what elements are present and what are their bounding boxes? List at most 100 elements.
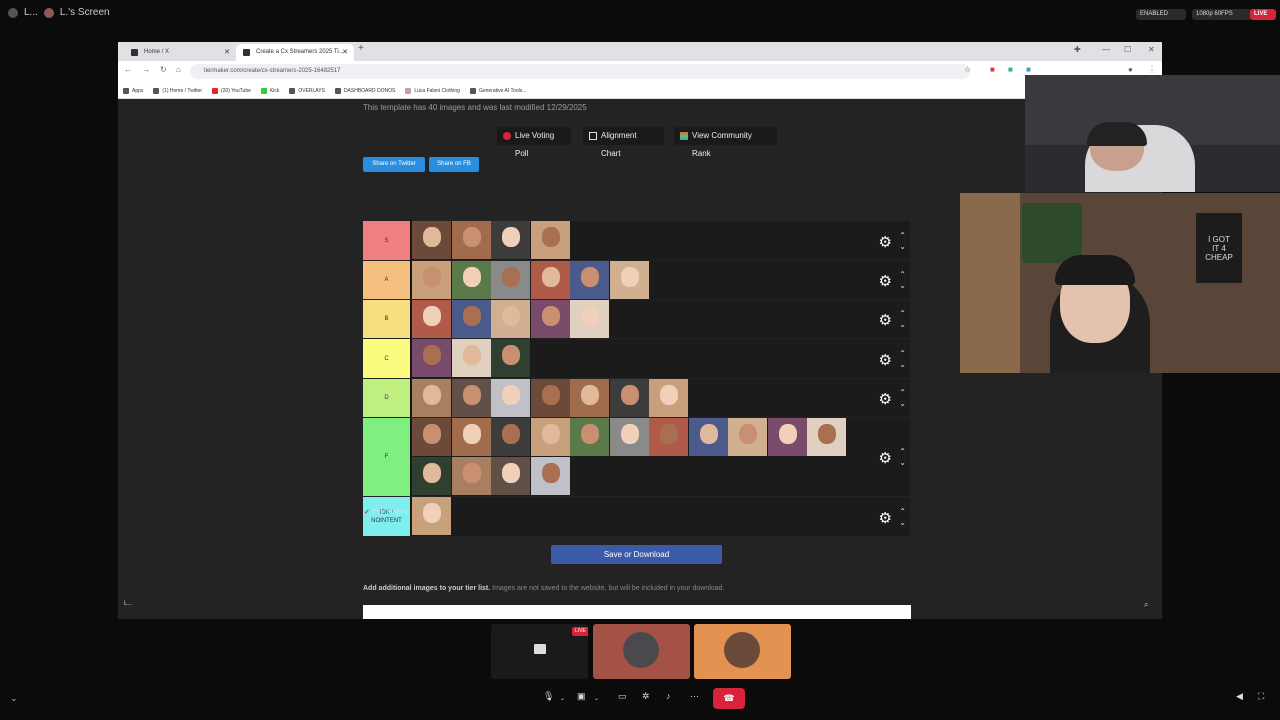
fullscreen-icon[interactable]: ⛶ [1258, 691, 1264, 702]
tier-image[interactable] [491, 300, 530, 338]
maximize-icon[interactable]: ☐ [1124, 45, 1131, 54]
screen-share-icon[interactable]: ▭ [618, 691, 627, 702]
tier-image[interactable] [530, 457, 570, 495]
bookmark-donos[interactable]: DASHBOARD DONOS [334, 87, 395, 94]
tier-image[interactable] [767, 418, 807, 456]
move-tier-down-icon[interactable]: ⌄ [899, 359, 906, 370]
back-icon[interactable]: ← [124, 65, 132, 74]
tier-image[interactable] [609, 261, 649, 299]
activities-icon[interactable]: ✲ [642, 691, 650, 702]
home-icon[interactable]: ⌂ [176, 65, 181, 74]
bookmark-kick[interactable]: Kick [260, 87, 279, 94]
file-chooser[interactable] [363, 605, 911, 619]
tile-participant-1[interactable] [593, 624, 690, 679]
tier-image[interactable] [412, 300, 451, 338]
minimize-icon[interactable]: — [1102, 45, 1110, 54]
tier-label[interactable]: A [363, 261, 411, 299]
extension-icon[interactable]: ■ [1008, 65, 1013, 74]
move-tier-down-icon[interactable]: ⌄ [899, 319, 906, 330]
save-download-button[interactable]: Save or Download [551, 545, 722, 564]
tier-settings-icon[interactable]: ⚙ [879, 351, 892, 369]
tier-label[interactable]: F [363, 418, 411, 496]
tile-screen-share[interactable]: LIVE [491, 624, 588, 679]
microphone-icon[interactable]: 🎙︎ [543, 691, 554, 702]
zoom-icon[interactable]: ⌕ [1144, 600, 1148, 610]
tier-settings-icon[interactable]: ⚙ [879, 390, 892, 408]
forward-icon[interactable]: → [142, 65, 150, 74]
move-tier-up-icon[interactable]: ⌃ [899, 269, 906, 280]
camera-options-chevron-icon[interactable]: ⌄ [594, 695, 599, 702]
tier-image[interactable] [570, 300, 609, 338]
tile-participant-2[interactable] [694, 624, 791, 679]
close-tab-icon[interactable]: ✕ [224, 44, 230, 61]
tier-image[interactable] [412, 261, 451, 299]
new-tab-icon[interactable]: + [358, 43, 364, 54]
alignment-chart-button[interactable]: Alignment Chart [583, 127, 664, 158]
tier-image[interactable] [570, 261, 609, 299]
tier-image[interactable] [451, 300, 491, 338]
tier-image[interactable] [491, 418, 530, 456]
tier-image[interactable] [609, 418, 649, 456]
tier-image[interactable] [451, 379, 491, 417]
tier-image[interactable] [412, 339, 451, 377]
bookmark-twitter[interactable]: (1) Home / Twitter [153, 87, 202, 94]
tier-label[interactable]: B [363, 300, 411, 338]
view-community-rank-button[interactable]: View Community Rank [674, 127, 777, 158]
tier-settings-icon[interactable]: ⚙ [879, 272, 892, 290]
close-tab-icon[interactable]: ✕ [342, 44, 348, 61]
collapse-chevron-icon[interactable]: ⌄ [10, 693, 18, 704]
tier-image[interactable] [451, 221, 491, 259]
tier-image[interactable] [530, 261, 570, 299]
tier-image[interactable] [412, 221, 451, 259]
tier-label[interactable]: D [363, 379, 411, 417]
move-tier-down-icon[interactable]: ⌄ [899, 457, 906, 468]
tier-image[interactable] [530, 379, 570, 417]
tier-label[interactable]: S [363, 221, 411, 260]
bookmark-ai-tools[interactable]: Generative AI Tools... [469, 87, 526, 94]
move-tier-up-icon[interactable]: ⌃ [899, 387, 906, 398]
extension-icon[interactable]: ■ [1026, 65, 1031, 74]
tier-image[interactable] [609, 379, 649, 417]
tier-image[interactable] [491, 457, 530, 495]
profile-icon[interactable]: ● [1128, 65, 1133, 74]
more-icon[interactable]: ⋯ [690, 691, 699, 702]
mic-options-chevron-icon[interactable]: ⌄ [560, 695, 565, 702]
tier-image[interactable] [570, 379, 609, 417]
extension-icon[interactable]: ■ [990, 65, 995, 74]
tier-settings-icon[interactable]: ⚙ [879, 311, 892, 329]
menu-dots-icon[interactable]: ⋮ [1148, 65, 1156, 74]
move-tier-down-icon[interactable]: ⌄ [899, 280, 906, 291]
move-tier-down-icon[interactable]: ⌄ [899, 241, 906, 252]
tier-image[interactable] [491, 221, 530, 259]
tier-image[interactable] [451, 418, 491, 456]
address-bar[interactable]: tiermaker.com/create/cx-streamers-2025-1… [190, 64, 970, 79]
tier-image[interactable] [451, 261, 491, 299]
tier-settings-icon[interactable]: ⚙ [879, 509, 892, 527]
tier-image[interactable] [728, 418, 767, 456]
bookmark-star-icon[interactable]: ☆ [964, 65, 971, 74]
tab-search-icon[interactable]: ✚ [1074, 45, 1081, 54]
tier-image[interactable] [451, 339, 491, 377]
tab-tiermaker[interactable]: Create a Cx Streamers 2025 Ti... ✕ [236, 44, 354, 61]
tier-image[interactable] [451, 457, 491, 495]
move-tier-up-icon[interactable]: ⌃ [899, 308, 906, 319]
move-tier-down-icon[interactable]: ⌄ [899, 517, 906, 528]
tier-image[interactable] [649, 379, 688, 417]
tier-label[interactable]: IDK / NOINTENT [363, 497, 411, 536]
tier-image[interactable] [688, 418, 728, 456]
tier-image[interactable] [412, 379, 451, 417]
soundboard-icon[interactable]: ♪ [666, 691, 671, 701]
bookmark-luca[interactable]: Luca Faloni Clothing [405, 87, 460, 94]
tier-image[interactable] [807, 418, 846, 456]
tier-image[interactable] [530, 221, 570, 259]
move-tier-up-icon[interactable]: ⌃ [899, 506, 906, 517]
tab-home-x[interactable]: Home / X ✕ [124, 44, 236, 61]
pin-images-option[interactable]: ✓ Pin Images [364, 508, 408, 516]
leave-call-button[interactable]: ☎ [713, 688, 745, 709]
tier-image[interactable] [412, 497, 451, 535]
tier-image[interactable] [570, 418, 609, 456]
tier-settings-icon[interactable]: ⚙ [879, 449, 892, 467]
tier-image[interactable] [491, 379, 530, 417]
tier-image[interactable] [491, 339, 530, 377]
reload-icon[interactable]: ↻ [160, 65, 167, 74]
